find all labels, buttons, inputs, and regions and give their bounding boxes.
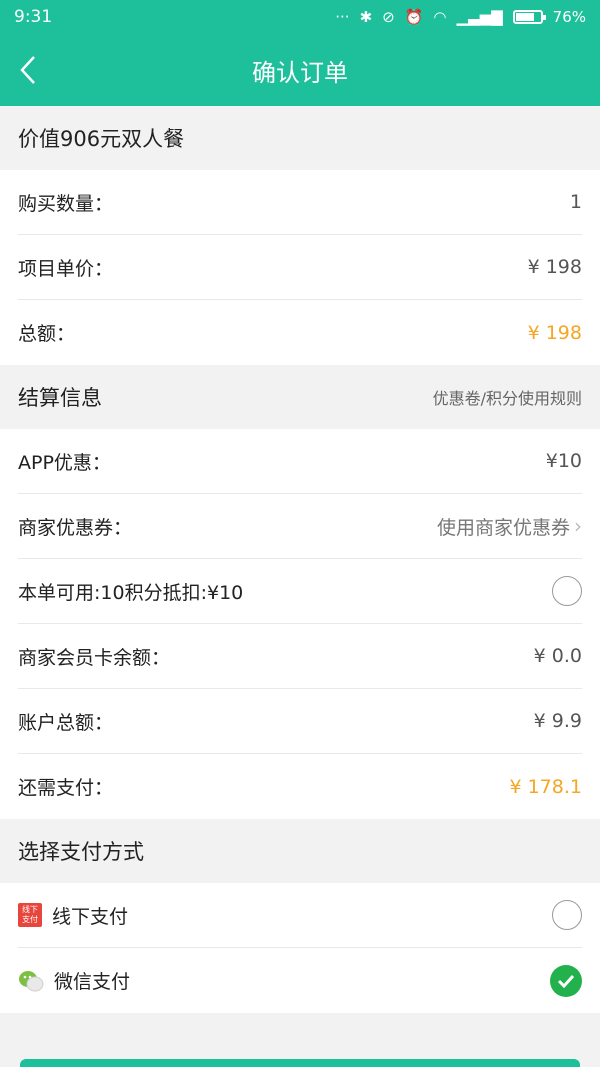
checkmark-icon	[557, 974, 575, 988]
payment-header: 选择支付方式	[0, 819, 600, 883]
vibrate-off-icon: ⊘	[382, 8, 395, 26]
quantity-value: 1	[569, 191, 582, 213]
wifi-icon: ◠	[433, 8, 447, 26]
price-label: 项目单价：	[18, 257, 114, 280]
payment-method-left: 微信支付	[18, 967, 130, 994]
total-value: ¥ 198	[527, 321, 582, 344]
member-card-label: 商家会员卡余额：	[18, 646, 171, 669]
due-label: 还需支付：	[18, 777, 114, 799]
back-button[interactable]	[18, 34, 58, 106]
battery-fill	[515, 13, 534, 21]
coupon-label: 商家优惠券：	[18, 516, 133, 539]
battery-percent: 76%	[552, 8, 586, 26]
due-row: 还需支付： ¥ 178.1	[18, 754, 582, 819]
points-label: 本单可用:10积分抵扣:¥10	[18, 581, 244, 604]
offline-pay-radio[interactable]	[552, 900, 582, 930]
quantity-label: 购买数量：	[18, 192, 114, 215]
settlement-header: 结算信息 优惠卷/积分使用规则	[0, 365, 600, 429]
status-time: 9:31	[14, 7, 53, 27]
account-row: 账户总额： ¥ 9.9	[18, 689, 582, 754]
product-header: 价值906元双人餐	[0, 106, 600, 170]
payment-method-label: 线下支付	[52, 905, 129, 928]
payment-card: 线下支付 线下支付 微信支付	[0, 883, 600, 1013]
submit-button[interactable]	[20, 1059, 580, 1067]
payment-title: 选择支付方式	[18, 840, 144, 864]
payment-method-offline[interactable]: 线下支付 线下支付	[18, 883, 582, 948]
account-label: 账户总额：	[18, 711, 114, 734]
coupon-row[interactable]: 商家优惠券： 使用商家优惠券 ›	[18, 494, 582, 559]
product-name: 价值906元双人餐	[18, 127, 185, 151]
wechat-pay-checked[interactable]	[550, 964, 582, 997]
payment-method-wechat[interactable]: 微信支付	[18, 948, 582, 1013]
app-discount-value: ¥10	[545, 450, 582, 472]
total-label: 总额：	[18, 323, 76, 345]
chevron-right-icon: ›	[574, 514, 582, 538]
price-value: ¥ 198	[527, 256, 582, 278]
cell-signal-icon: ▁▃▅▇	[456, 8, 503, 26]
app-discount-row: APP优惠： ¥10	[18, 429, 582, 494]
order-card: 购买数量： 1 项目单价： ¥ 198 总额： ¥ 198	[0, 170, 600, 365]
due-value: ¥ 178.1	[509, 775, 582, 798]
battery-icon	[512, 10, 546, 24]
signal-dots-icon: ···	[335, 8, 350, 26]
wechat-icon	[19, 970, 44, 991]
page-title: 确认订单	[252, 58, 348, 87]
price-row: 项目单价： ¥ 198	[18, 235, 582, 300]
quantity-row: 购买数量： 1	[18, 170, 582, 235]
payment-method-left: 线下支付 线下支付	[18, 902, 128, 929]
alarm-icon: ⏰	[404, 8, 424, 26]
app-discount-label: APP优惠：	[18, 451, 111, 474]
settlement-card: APP优惠： ¥10 商家优惠券： 使用商家优惠券 › 本单可用:10积分抵扣:…	[0, 429, 600, 819]
settlement-title: 结算信息	[18, 386, 102, 410]
status-icons: ··· ✱ ⊘ ⏰ ◠ ▁▃▅▇ 76%	[335, 8, 586, 26]
account-value: ¥ 9.9	[533, 710, 582, 732]
nav-bar: 确认订单	[0, 34, 600, 106]
coupon-action-text: 使用商家优惠券	[436, 516, 570, 539]
member-card-row: 商家会员卡余额： ¥ 0.0	[18, 624, 582, 689]
points-row[interactable]: 本单可用:10积分抵扣:¥10	[18, 559, 582, 624]
rules-link[interactable]: 优惠卷/积分使用规则	[433, 385, 582, 409]
points-radio[interactable]	[552, 576, 582, 606]
total-row: 总额： ¥ 198	[18, 300, 582, 365]
chevron-left-icon	[20, 56, 35, 84]
member-card-value: ¥ 0.0	[533, 645, 582, 667]
payment-method-label: 微信支付	[54, 971, 131, 993]
coupon-action[interactable]: 使用商家优惠券 ›	[437, 513, 582, 540]
bluetooth-icon: ✱	[359, 8, 373, 26]
offline-pay-icon: 线下支付	[18, 903, 42, 927]
status-bar: 9:31 ··· ✱ ⊘ ⏰ ◠ ▁▃▅▇ 76%	[0, 0, 600, 34]
